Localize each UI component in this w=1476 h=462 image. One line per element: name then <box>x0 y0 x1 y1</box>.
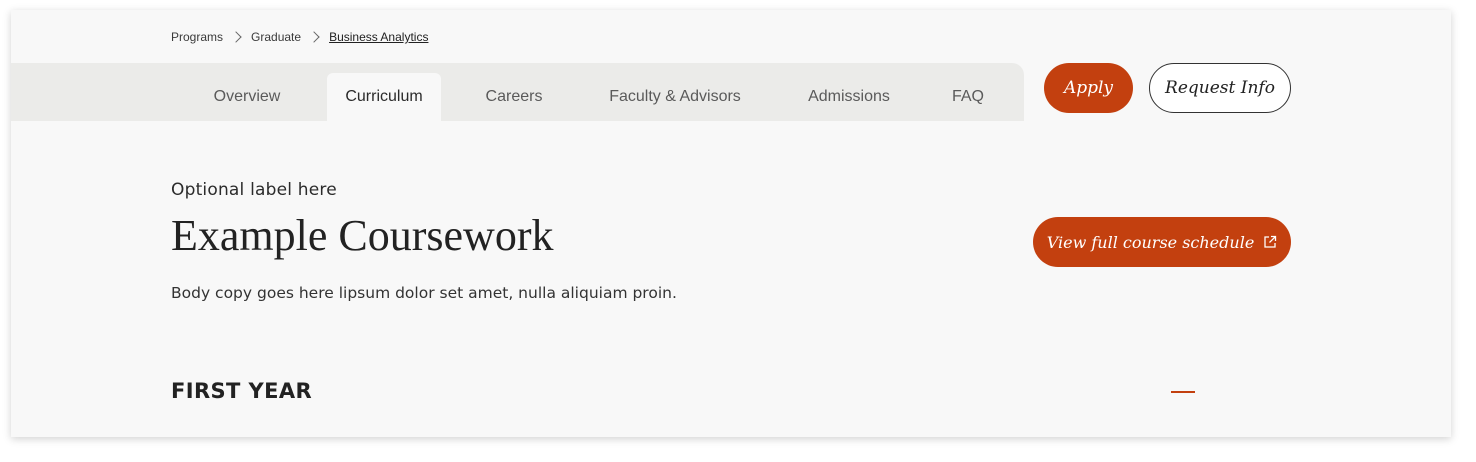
tab-navigation: Overview Curriculum Careers Faculty & Ad… <box>11 63 1024 121</box>
breadcrumb-item-programs[interactable]: Programs <box>171 30 223 44</box>
view-course-schedule-label: View full course schedule <box>1046 232 1255 252</box>
chevron-right-icon <box>308 31 320 43</box>
chevron-right-icon <box>230 31 242 43</box>
tab-careers[interactable]: Careers <box>471 73 557 121</box>
breadcrumb-item-current[interactable]: Business Analytics <box>329 30 428 44</box>
tab-faculty-advisors[interactable]: Faculty & Advisors <box>591 73 759 121</box>
breadcrumb: Programs Graduate Business Analytics <box>171 30 428 44</box>
external-link-icon <box>1264 235 1277 248</box>
tab-curriculum[interactable]: Curriculum <box>327 73 441 121</box>
page-card: Programs Graduate Business Analytics Ove… <box>11 10 1451 437</box>
breadcrumb-item-graduate[interactable]: Graduate <box>251 30 301 44</box>
page-title: Example Coursework <box>171 211 554 260</box>
section-heading-first-year: FIRST YEAR <box>171 379 313 403</box>
body-copy: Body copy goes here lipsum dolor set ame… <box>171 284 677 302</box>
tab-admissions[interactable]: Admissions <box>793 73 905 121</box>
section-eyebrow-label: Optional label here <box>171 180 337 200</box>
request-info-button[interactable]: Request Info <box>1149 63 1291 113</box>
tab-faq[interactable]: FAQ <box>941 73 995 121</box>
apply-button[interactable]: Apply <box>1044 63 1133 113</box>
tab-overview[interactable]: Overview <box>197 73 297 121</box>
view-course-schedule-button[interactable]: View full course schedule <box>1033 217 1291 267</box>
minus-icon[interactable] <box>1171 391 1195 393</box>
